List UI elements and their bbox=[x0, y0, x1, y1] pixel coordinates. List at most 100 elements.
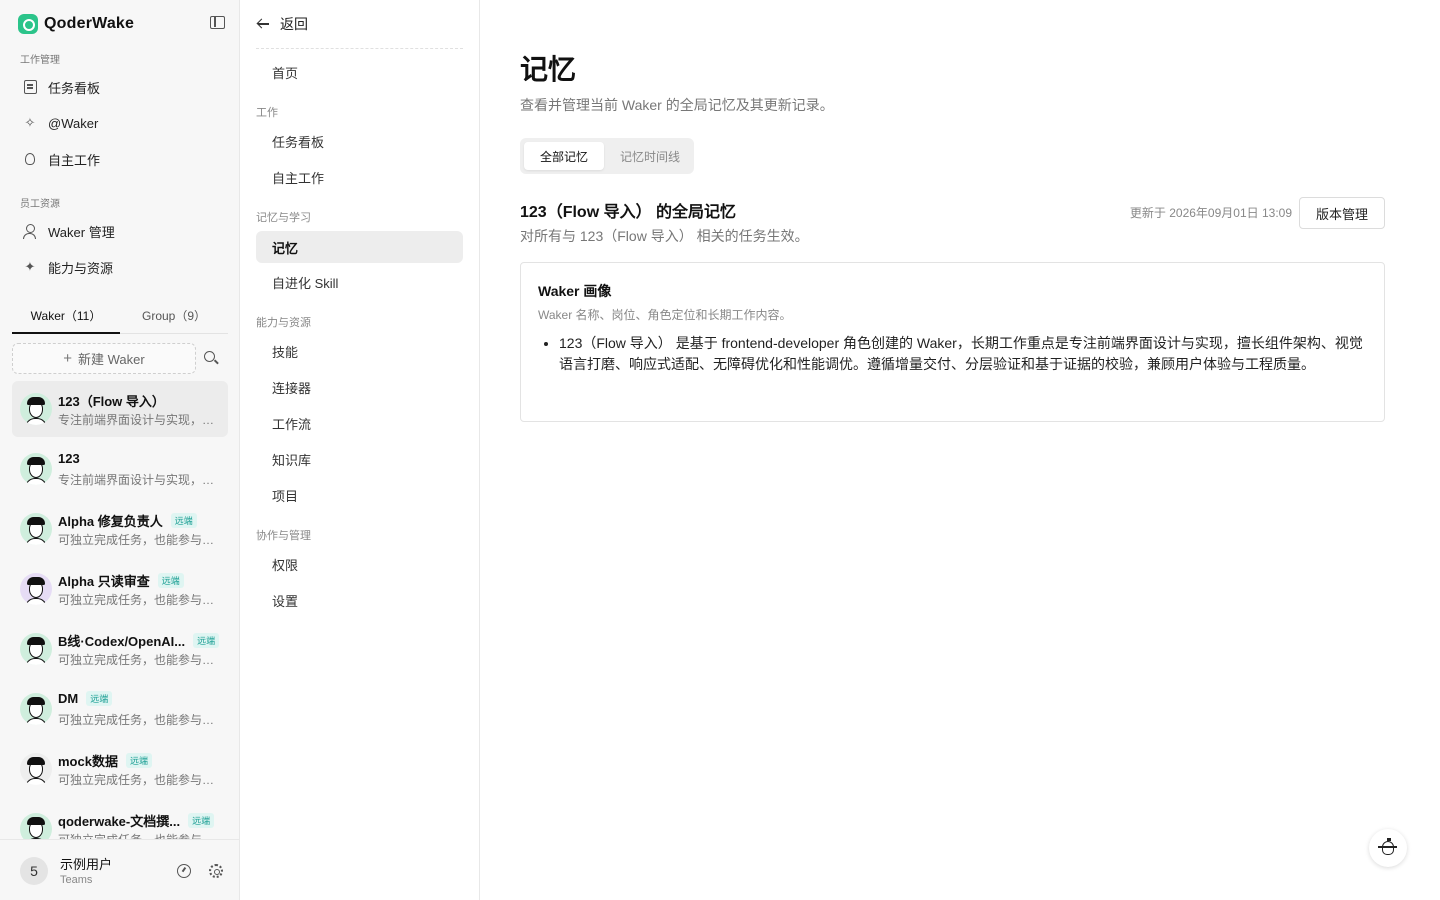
subnav-item-home[interactable]: 首页 bbox=[256, 56, 463, 88]
user-avatar[interactable]: 5 bbox=[20, 857, 48, 885]
sidebar-item-waker[interactable]: ✧ @Waker bbox=[12, 107, 228, 139]
section-label-staff-resources: 员工资源 bbox=[20, 199, 60, 210]
waker-name: 123 bbox=[58, 451, 80, 466]
avatar bbox=[20, 693, 52, 725]
waker-description: 可独立完成任务，也能参与团队协作 bbox=[58, 593, 222, 607]
subnav-section-collab: 协作与管理 bbox=[256, 530, 311, 542]
lightbulb-icon bbox=[22, 151, 38, 167]
subnav-section-capability: 能力与资源 bbox=[256, 317, 311, 329]
waker-description: 可独立完成任务，也能参与团队协作 bbox=[58, 773, 222, 787]
page-title: 记忆 bbox=[520, 54, 577, 85]
waker-list-item[interactable]: DM远端 可独立完成任务，也能参与团队协作 bbox=[12, 681, 228, 737]
left-sidebar: QoderWake 工作管理 任务看板 ✧ @Waker 自主工作 员工资源 W… bbox=[0, 0, 240, 900]
waker-name: B线·Codex/OpenAI... 远端 bbox=[58, 631, 220, 650]
user-name: 示例用户 bbox=[60, 857, 113, 872]
subnav-section-work: 工作 bbox=[256, 107, 278, 119]
tab-memory-timeline[interactable]: 记忆时间线 bbox=[610, 142, 690, 170]
subnav-item-skills[interactable]: 技能 bbox=[256, 335, 463, 367]
avatar bbox=[20, 513, 52, 545]
sidebar-item-label: 能力与资源 bbox=[48, 260, 114, 276]
sparkle-icon: ✧ bbox=[24, 115, 36, 130]
subnav-item-memory[interactable]: 记忆 bbox=[256, 231, 463, 263]
usage-gauge-icon[interactable] bbox=[177, 864, 191, 878]
waker-description: 专注前端界面设计与实现，擅长组件架构 bbox=[58, 473, 222, 487]
avatar bbox=[20, 633, 52, 665]
card-title: Waker 画像 bbox=[538, 283, 612, 299]
subnav-item-permissions[interactable]: 权限 bbox=[256, 548, 463, 580]
remote-badge: 远端 bbox=[170, 513, 197, 528]
sidebar-collapse-icon[interactable] bbox=[210, 16, 225, 29]
subnav-item-task-board[interactable]: 任务看板 bbox=[256, 125, 463, 157]
user-icon bbox=[22, 223, 38, 239]
brand[interactable]: QoderWake bbox=[18, 13, 134, 35]
new-waker-button[interactable]: + 新建 Waker bbox=[12, 343, 196, 374]
waker-name: DM 远端 bbox=[58, 691, 113, 706]
subnav-item-knowledge-base[interactable]: 知识库 bbox=[256, 443, 463, 475]
waker-list-item[interactable]: mock数据远端 可独立完成任务，也能参与团队协作 bbox=[12, 741, 228, 797]
sidebar-item-label: 自主工作 bbox=[48, 152, 101, 168]
avatar bbox=[20, 393, 52, 425]
new-waker-label: 新建 Waker bbox=[78, 352, 145, 367]
updated-timestamp: 更新于 2026年09月01日 13:09 bbox=[1129, 206, 1292, 220]
avatar bbox=[20, 453, 52, 485]
arrow-left-icon bbox=[256, 17, 270, 31]
tab-waker[interactable]: Waker（11） bbox=[12, 303, 120, 334]
subnav-item-workflows[interactable]: 工作流 bbox=[256, 407, 463, 439]
remote-badge: 远端 bbox=[86, 691, 113, 706]
avatar bbox=[20, 753, 52, 785]
search-icon[interactable] bbox=[204, 351, 218, 365]
waker-description: 可独立完成任务，也能参与团队协作 bbox=[58, 653, 222, 667]
version-management-button[interactable]: 版本管理 bbox=[1299, 197, 1385, 229]
memory-heading: 123（Flow 导入） 的全局记忆 bbox=[520, 204, 737, 221]
waker-list-item[interactable]: 123（Flow 导入） 专注前端界面设计与实现，擅长组件架构 bbox=[12, 381, 228, 437]
plus-icon: + bbox=[63, 350, 73, 367]
memory-card: Waker 画像 Waker 名称、岗位、角色定位和长期工作内容。 123（Fl… bbox=[520, 262, 1385, 422]
subnav-item-settings[interactable]: 设置 bbox=[256, 584, 463, 616]
bug-icon bbox=[1378, 838, 1397, 855]
memory-entries: 123（Flow 导入） 是基于 frontend-developer 角色创建… bbox=[559, 333, 1369, 375]
waker-list: 123（Flow 导入） 专注前端界面设计与实现，擅长组件架构 123 专注前端… bbox=[12, 381, 228, 839]
sidebar-item-autonomous-work[interactable]: 自主工作 bbox=[12, 143, 228, 175]
remote-badge: 远端 bbox=[157, 573, 184, 588]
sidebar-item-label: Waker 管理 bbox=[48, 224, 115, 240]
waker-name: 123（Flow 导入） bbox=[58, 394, 165, 409]
waker-list-item[interactable]: qoderwake-文档撰...远端 可独立完成任务，也能参与团队协作 bbox=[12, 801, 228, 839]
remote-badge: 远端 bbox=[125, 753, 152, 768]
sidebar-item-label: @Waker bbox=[48, 115, 99, 131]
avatar bbox=[20, 573, 52, 605]
user-team: Teams bbox=[60, 874, 93, 886]
waker-list-item[interactable]: B线·Codex/OpenAI...远端 可独立完成任务，也能参与团队协作 bbox=[12, 621, 228, 677]
tab-all-memory[interactable]: 全部记忆 bbox=[524, 142, 604, 170]
sidebar-item-label: 任务看板 bbox=[48, 80, 101, 96]
waker-group-tabs: Waker（11） Group（9） bbox=[12, 303, 228, 334]
waker-list-item[interactable]: Alpha 只读审查远端 可独立完成任务，也能参与团队协作 bbox=[12, 561, 228, 617]
waker-name: Alpha 修复负责人 远端 bbox=[58, 511, 197, 530]
sidebar-item-capabilities[interactable]: ✦ 能力与资源 bbox=[12, 251, 228, 283]
avatar bbox=[20, 813, 52, 839]
subnav-item-self-evolving-skill[interactable]: 自进化 Skill bbox=[256, 266, 463, 298]
back-button[interactable]: 返回 bbox=[256, 12, 463, 49]
user-profile-bar: 5 示例用户 Teams bbox=[0, 839, 240, 900]
remote-badge: 远端 bbox=[193, 633, 220, 648]
waker-description: 可独立完成任务，也能参与团队协作 bbox=[58, 831, 222, 839]
subnav-item-autonomous-work[interactable]: 自主工作 bbox=[256, 161, 463, 193]
memory-view-toggle: 全部记忆 记忆时间线 bbox=[520, 138, 694, 174]
waker-description: 可独立完成任务，也能参与团队协作 bbox=[58, 713, 222, 727]
back-label: 返回 bbox=[280, 16, 308, 32]
sparkles-icon: ✦ bbox=[24, 259, 36, 274]
page-subtitle: 查看并管理当前 Waker 的全局记忆及其更新记录。 bbox=[520, 97, 834, 113]
main-content: 记忆 查看并管理当前 Waker 的全局记忆及其更新记录。 全部记忆 记忆时间线… bbox=[480, 0, 1440, 900]
sidebar-item-task-board[interactable]: 任务看板 bbox=[12, 71, 228, 103]
debug-button[interactable] bbox=[1369, 829, 1407, 867]
subnav-item-connectors[interactable]: 连接器 bbox=[256, 371, 463, 403]
tab-group[interactable]: Group（9） bbox=[120, 303, 228, 333]
card-subtitle: Waker 名称、岗位、角色定位和长期工作内容。 bbox=[538, 308, 792, 322]
waker-list-item[interactable]: Alpha 修复负责人远端 可独立完成任务，也能参与团队协作 bbox=[12, 501, 228, 557]
waker-description: 专注前端界面设计与实现，擅长组件架构 bbox=[58, 413, 222, 427]
subnav-item-projects[interactable]: 项目 bbox=[256, 479, 463, 511]
brand-name: QoderWake bbox=[44, 15, 135, 32]
gear-icon[interactable] bbox=[209, 864, 223, 878]
waker-list-item[interactable]: 123 专注前端界面设计与实现，擅长组件架构 bbox=[12, 441, 228, 497]
sidebar-item-waker-management[interactable]: Waker 管理 bbox=[12, 215, 228, 247]
clipboard-icon bbox=[22, 79, 38, 95]
